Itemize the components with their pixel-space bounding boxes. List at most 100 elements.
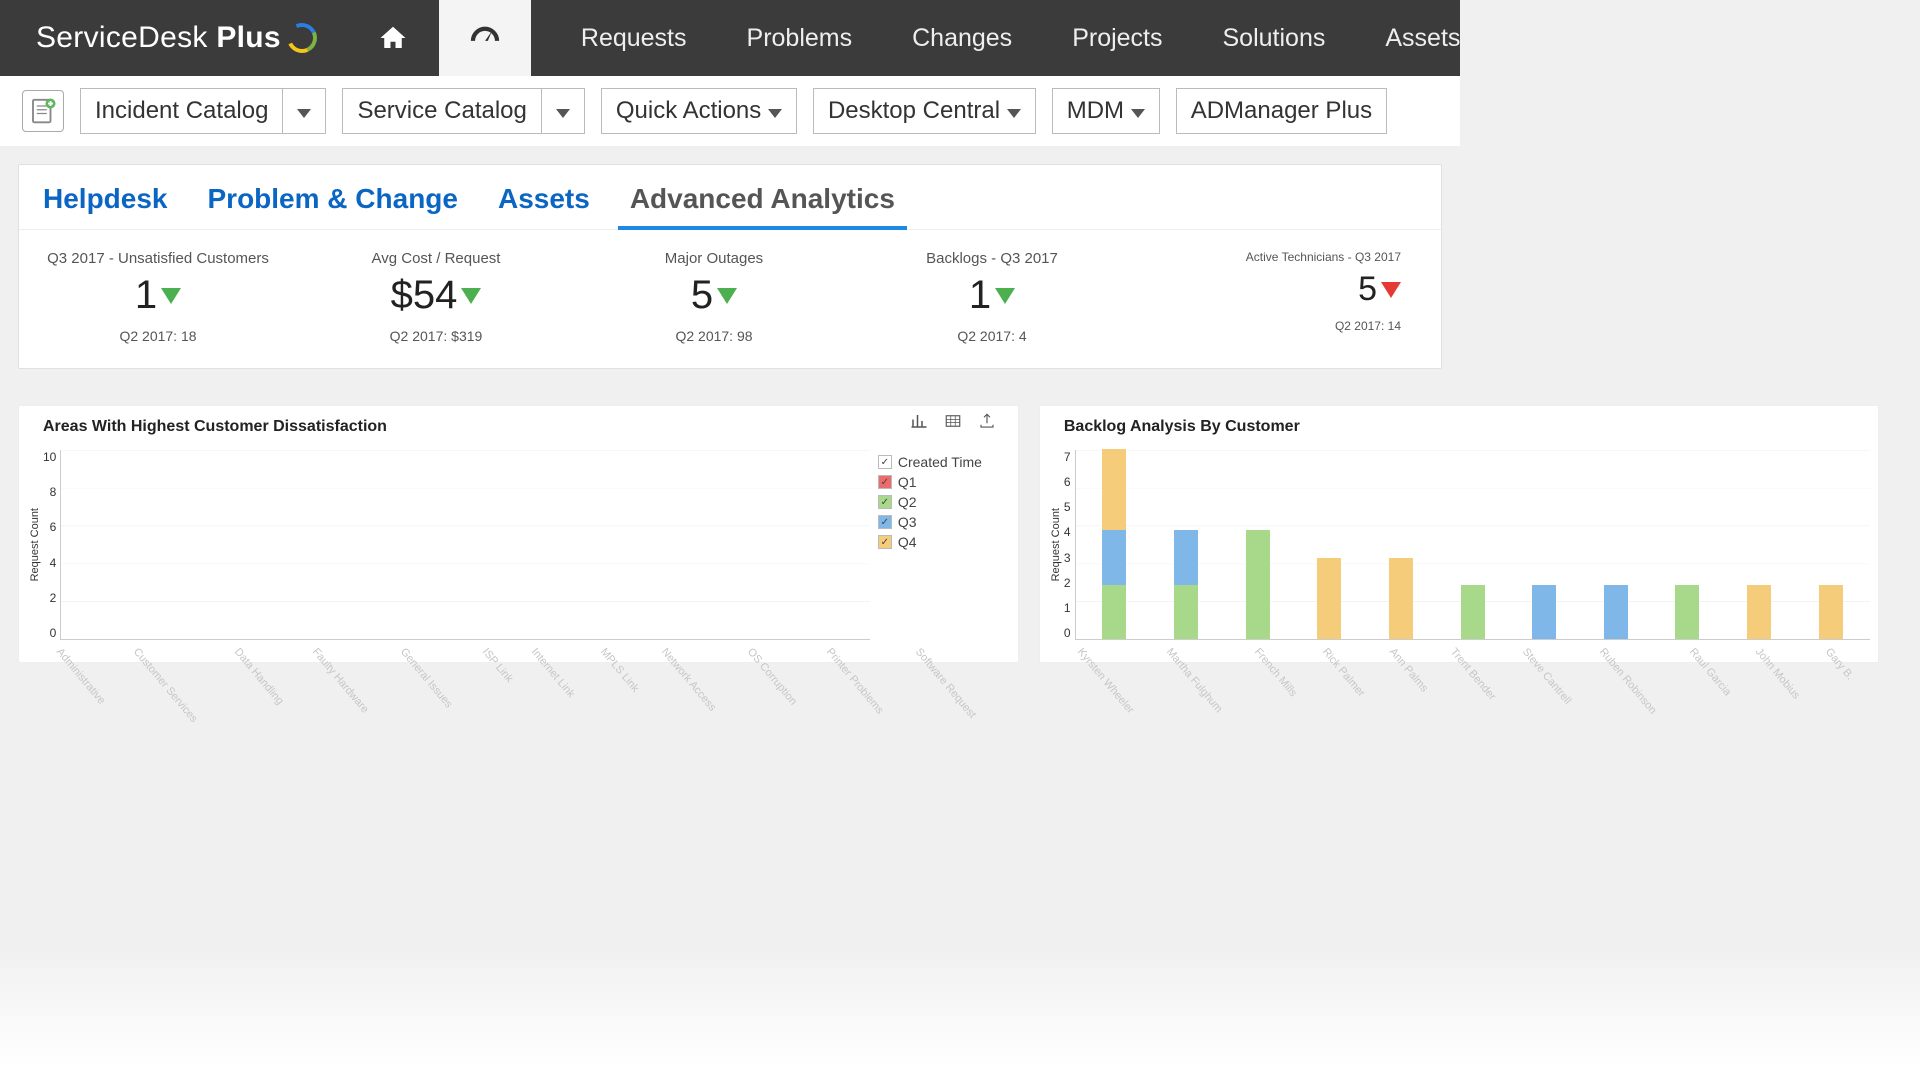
kpi-label: Active Technicians - Q3 2017 [1139,250,1401,264]
bar [1675,585,1699,639]
kpi-prev-value: Q2 2017: 14 [1139,319,1401,333]
brand-logo-icon [283,19,321,57]
chevron-down-icon [1131,109,1145,118]
bar [1174,585,1198,639]
admanager-plus-label: ADManager Plus [1177,89,1386,133]
kpi-value: 5 [691,273,737,318]
tab-changes[interactable]: Changes [882,0,1042,76]
bar [1461,585,1485,639]
chart-title: Areas With Highest Customer Dissatisfact… [43,418,1010,436]
new-ticket-icon[interactable] [22,90,64,132]
bar [1317,558,1341,639]
bar [1604,585,1628,639]
tab-requests[interactable]: Requests [551,0,717,76]
quick-actions-button[interactable]: Quick Actions [601,88,797,134]
top-navbar: ServiceDesk Plus Requests Problems Chang… [0,0,1460,76]
desktop-central-label: Desktop Central [814,89,1035,133]
kpi-label: Major Outages [583,250,845,267]
trend-down-icon [995,288,1015,304]
catalog-toolbar: Incident Catalog Service Catalog Quick A… [0,76,1460,146]
dashboard-subtabs: Helpdesk Problem & Change Assets Advance… [18,164,1442,369]
kpi-value: 1 [969,273,1015,318]
chevron-down-icon[interactable] [282,89,325,133]
legend-item-q3[interactable]: ✓Q3 [878,514,1010,530]
service-catalog-label: Service Catalog [343,89,540,133]
kpi-label: Avg Cost / Request [305,250,567,267]
service-catalog-button[interactable]: Service Catalog [342,88,584,134]
charts-row: Areas With Highest Customer Dissatisfact… [18,405,1442,663]
legend-title: ✓Created Time [878,454,1010,470]
kpi-active-technicians: Active Technicians - Q3 2017 5 Q2 2017: … [1131,230,1441,368]
kpi-label: Q3 2017 - Unsatisfied Customers [27,250,289,267]
subtab-assets[interactable]: Assets [498,183,590,215]
chart-view-icon[interactable] [910,412,928,435]
subtab-advanced-analytics[interactable]: Advanced Analytics [630,183,895,215]
x-axis-labels: Kyrsten WheelerMartha FulghumFrench Mill… [1076,640,1870,658]
bottom-fade-overlay [0,947,1920,1067]
chart-toolbar [910,412,996,435]
admanager-plus-button[interactable]: ADManager Plus [1176,88,1387,134]
chart-plot-area [1075,450,1870,640]
incident-catalog-label: Incident Catalog [81,89,282,133]
chart-title: Backlog Analysis By Customer [1064,418,1870,436]
bar [1747,585,1771,639]
bar [1246,530,1270,639]
kpi-major-outages: Major Outages 5 Q2 2017: 98 [575,230,853,368]
legend-item-q1[interactable]: ✓Q1 [878,474,1010,490]
chart-backlog: Backlog Analysis By Customer Request Cou… [1039,405,1879,663]
chart-legend: ✓Created Time ✓Q1 ✓Q2 ✓Q3 ✓Q4 [870,450,1010,640]
chevron-down-icon[interactable] [541,89,584,133]
tab-problems[interactable]: Problems [717,0,883,76]
mdm-label: MDM [1053,89,1159,133]
tab-solutions[interactable]: Solutions [1193,0,1356,76]
kpi-avg-cost-request: Avg Cost / Request $54 Q2 2017: $319 [297,230,575,368]
page-body: Helpdesk Problem & Change Assets Advance… [0,146,1460,681]
incident-catalog-button[interactable]: Incident Catalog [80,88,326,134]
brand: ServiceDesk Plus [0,21,347,55]
bar [1532,585,1556,639]
bar [1389,558,1413,639]
nav-icon-group [347,0,531,76]
kpi-prev-value: Q2 2017: 18 [27,328,289,344]
y-axis-ticks: 76543210 [1064,450,1075,640]
bar [1819,585,1843,639]
kpi-prev-value: Q2 2017: 98 [583,328,845,344]
trend-down-icon [461,288,481,304]
kpi-row: Q3 2017 - Unsatisfied Customers 1 Q2 201… [19,229,1441,368]
kpi-backlogs: Backlogs - Q3 2017 1 Q2 2017: 4 [853,230,1131,368]
trend-down-icon [161,288,181,304]
trend-down-icon [1381,282,1401,298]
y-axis-label: Request Count [1048,508,1064,581]
bar [1174,530,1198,584]
export-icon[interactable] [978,412,996,435]
bar [1102,530,1126,584]
chevron-down-icon [1007,109,1021,118]
y-axis-label: Request Count [27,508,43,581]
chevron-down-icon [768,109,782,118]
top-nav-tabs: Requests Problems Changes Projects Solut… [551,0,1491,76]
home-icon[interactable] [347,0,439,76]
kpi-value: 5 [1358,270,1401,309]
y-axis-ticks: 1086420 [43,450,60,640]
mdm-button[interactable]: MDM [1052,88,1160,134]
table-view-icon[interactable] [944,412,962,435]
bar [1102,585,1126,639]
bar [1102,449,1126,530]
kpi-label: Backlogs - Q3 2017 [861,250,1123,267]
tab-assets[interactable]: Assets [1355,0,1490,76]
tab-projects[interactable]: Projects [1042,0,1192,76]
chart-dissatisfaction: Areas With Highest Customer Dissatisfact… [18,405,1019,663]
kpi-unsatisfied-customers: Q3 2017 - Unsatisfied Customers 1 Q2 201… [19,230,297,368]
kpi-prev-value: Q2 2017: $319 [305,328,567,344]
kpi-prev-value: Q2 2017: 4 [861,328,1123,344]
dashboard-gauge-icon[interactable] [439,0,531,76]
subtab-helpdesk[interactable]: Helpdesk [43,183,168,215]
subtab-problem-change[interactable]: Problem & Change [208,183,458,215]
legend-item-q2[interactable]: ✓Q2 [878,494,1010,510]
quick-actions-label: Quick Actions [602,89,796,133]
kpi-value: $54 [391,273,482,318]
legend-item-q4[interactable]: ✓Q4 [878,534,1010,550]
desktop-central-button[interactable]: Desktop Central [813,88,1036,134]
brand-text: ServiceDesk Plus [36,21,281,55]
kpi-value: 1 [135,273,181,318]
